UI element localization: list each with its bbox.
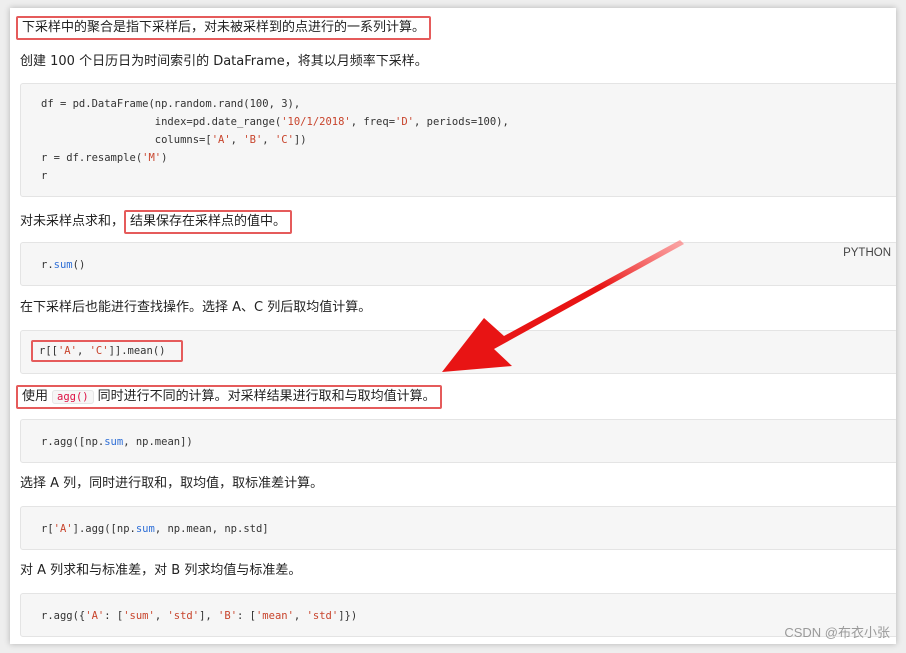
arrow-shape xyxy=(442,240,684,372)
annotation-arrow xyxy=(442,240,684,372)
watermark: CSDN @布衣小张 xyxy=(784,625,890,640)
